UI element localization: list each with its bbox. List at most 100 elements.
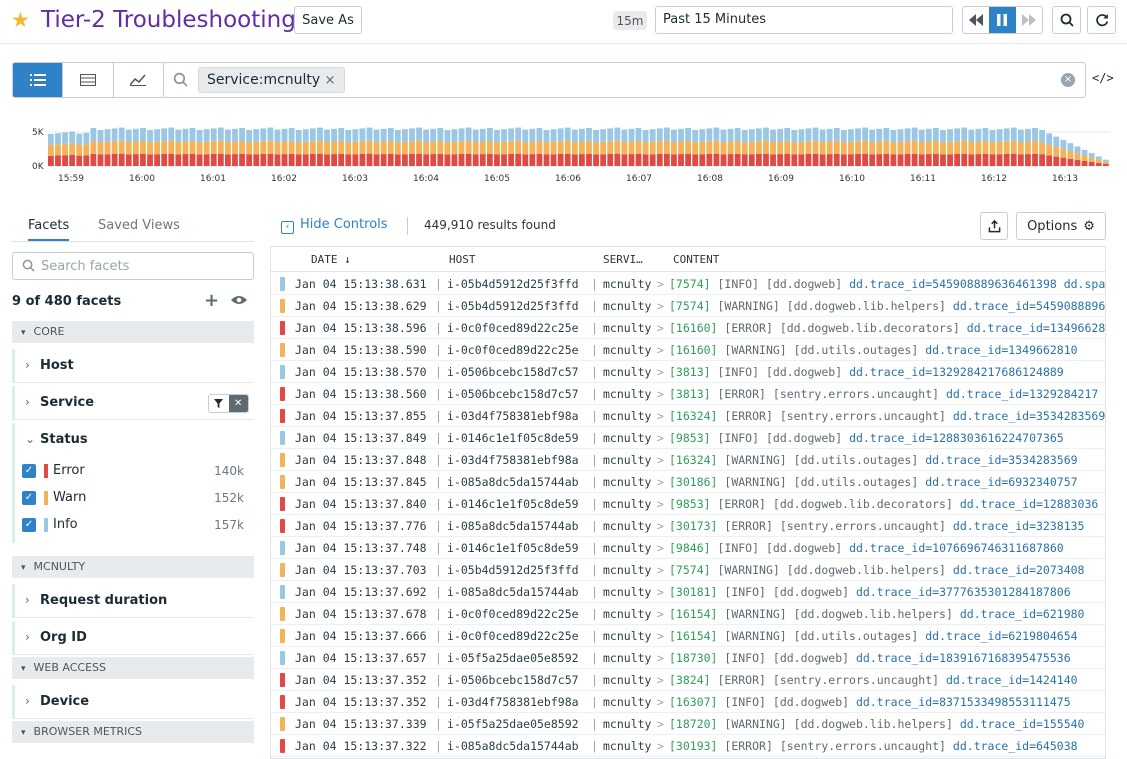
facet-service[interactable]: › Service ✕ xyxy=(12,386,254,420)
search-chip[interactable]: Service:mcnulty × xyxy=(198,67,345,93)
table-row[interactable]: Jan 04 15:13:37.703 | i-05b4d5912d25f3ffd |… xyxy=(271,559,1105,581)
bar-warn xyxy=(324,141,330,155)
table-row[interactable]: Jan 04 15:13:37.776 | i-085a8dc5da15744ab |… xyxy=(271,515,1105,537)
bar-warn xyxy=(260,141,267,154)
section-browser-metrics[interactable]: ▾ BROWSER METRICS xyxy=(12,721,254,743)
section-web-access[interactable]: ▾ WEB ACCESS xyxy=(12,657,254,679)
table-row[interactable]: Jan 04 15:13:38.590 | i-0c0f0ced89d22c25e |… xyxy=(271,339,1105,361)
eye-icon[interactable] xyxy=(231,294,247,309)
time-range-selector[interactable]: Past 15 Minutes xyxy=(655,6,953,34)
column-service[interactable]: SERVI… xyxy=(603,253,643,266)
facet-org-id[interactable]: › Org ID xyxy=(12,621,254,655)
table-row[interactable]: Jan 04 15:13:37.678 | i-0c0f0ced89d22c25e |… xyxy=(271,603,1105,625)
bar-error xyxy=(416,153,422,166)
status-warn-row[interactable]: ✓ Warn 152k xyxy=(22,488,244,508)
remove-filter-icon[interactable]: ✕ xyxy=(228,395,248,412)
fast-forward-icon[interactable] xyxy=(1016,7,1042,33)
save-as-button[interactable]: Save As xyxy=(294,6,362,34)
table-row[interactable]: Jan 04 15:13:37.748 | i-0146c1e1f05c8de59 |… xyxy=(271,537,1105,559)
log-host: i-0506bcebc158d7c57 xyxy=(447,387,579,401)
table-row[interactable]: Jan 04 15:13:37.352 | i-03d4f758381ebf98a |… xyxy=(271,691,1105,713)
tab-facets[interactable]: Facets xyxy=(28,218,70,241)
table-row[interactable]: Jan 04 15:13:37.352 | i-0506bcebc158d7c57 |… xyxy=(271,669,1105,691)
rewind-icon[interactable] xyxy=(963,7,989,33)
pause-icon[interactable] xyxy=(989,7,1016,33)
table-row[interactable]: Jan 04 15:13:38.596 | i-0c0f0ced89d22c25e |… xyxy=(271,317,1105,339)
checkbox-icon[interactable]: ✓ xyxy=(22,464,36,478)
section-browser-metrics-label: BROWSER METRICS xyxy=(33,725,143,738)
chevron-down-icon: ▾ xyxy=(21,728,26,738)
bar-warn xyxy=(309,141,316,154)
bar-info xyxy=(402,129,408,142)
column-content[interactable]: CONTENT xyxy=(673,253,719,266)
bar-info xyxy=(1053,136,1060,147)
chevron-down-icon: ▾ xyxy=(21,664,26,674)
table-row[interactable]: Jan 04 15:13:38.631 | i-05b4d5912d25f3ffd |… xyxy=(271,273,1105,295)
list-view-icon[interactable] xyxy=(13,63,64,97)
bar-warn xyxy=(925,141,932,155)
star-icon[interactable]: ★ xyxy=(11,10,30,31)
bar-error xyxy=(309,153,316,166)
facet-device[interactable]: › Device xyxy=(12,685,254,719)
facet-service-filter[interactable]: ✕ xyxy=(208,394,249,413)
analytics-view-icon[interactable] xyxy=(114,63,163,97)
bar-info xyxy=(444,130,451,143)
log-histogram[interactable]: 5K 0K 15:59 16:00 16:01 16:02 16:03 16:04 16:05 1… xyxy=(0,118,1127,190)
bar-error xyxy=(826,154,833,166)
bar-info xyxy=(472,129,479,142)
status-indicator xyxy=(280,453,285,467)
tab-saved-views[interactable]: Saved Views xyxy=(98,218,180,233)
table-row[interactable]: Jan 04 15:13:37.855 | i-03d4f758381ebf98a |… xyxy=(271,405,1105,427)
zoom-search-button[interactable] xyxy=(1052,6,1081,34)
bar-warn xyxy=(1095,159,1102,163)
bar-info xyxy=(501,129,507,142)
table-row[interactable]: Jan 04 15:13:37.692 | i-085a8dc5da15744ab |… xyxy=(271,581,1105,603)
column-host[interactable]: HOST xyxy=(449,253,476,266)
table-row[interactable]: Jan 04 15:13:37.848 | i-03d4f758381ebf98a |… xyxy=(271,449,1105,471)
facet-host-label: Host xyxy=(40,358,74,373)
log-trace: dd.trace_id=1349662810 xyxy=(925,343,1078,357)
status-indicator xyxy=(280,475,285,489)
status-indicator xyxy=(280,321,285,335)
view-mode-toggle xyxy=(12,62,164,98)
export-button[interactable] xyxy=(980,212,1008,240)
section-core[interactable]: ▾ CORE xyxy=(12,321,254,343)
status-error-row[interactable]: ✓ Error 140k xyxy=(22,461,244,481)
bar-info xyxy=(175,129,182,142)
table-row[interactable]: Jan 04 15:13:38.629 | i-05b4d5912d25f3ffd |… xyxy=(271,295,1105,317)
bar-warn xyxy=(883,140,890,154)
table-row[interactable]: Jan 04 15:13:38.560 | i-0506bcebc158d7c57 |… xyxy=(271,383,1105,405)
bar-info xyxy=(97,130,104,143)
options-label: Options xyxy=(1027,218,1078,234)
status-info-row[interactable]: ✓ Info 157k xyxy=(22,515,244,535)
table-row[interactable]: Jan 04 15:13:37.657 | i-05f5a25dae05e8592 |… xyxy=(271,647,1105,669)
table-row[interactable]: Jan 04 15:13:38.570 | i-0506bcebc158d7c57 |… xyxy=(271,361,1105,383)
checkbox-icon[interactable]: ✓ xyxy=(22,491,36,505)
filter-icon[interactable] xyxy=(209,395,229,412)
search-bar[interactable]: Service:mcnulty × × xyxy=(163,62,1086,98)
checkbox-icon[interactable]: ✓ xyxy=(22,518,36,532)
options-button[interactable]: Options ⚙ xyxy=(1016,212,1106,240)
clear-search-icon[interactable]: × xyxy=(1061,73,1075,87)
bar-info xyxy=(62,132,68,144)
bar-info xyxy=(1095,156,1102,160)
table-row[interactable]: Jan 04 15:13:37.322 | i-085a8dc5da15744ab |… xyxy=(271,735,1105,757)
table-row[interactable]: Jan 04 15:13:37.666 | i-0c0f0ced89d22c25e |… xyxy=(271,625,1105,647)
table-row[interactable]: Jan 04 15:13:37.845 | i-085a8dc5da15744ab |… xyxy=(271,471,1105,493)
facet-host[interactable]: › Host xyxy=(12,349,254,383)
table-row[interactable]: Jan 04 15:13:37.339 | i-05f5a25dae05e8592 |… xyxy=(271,713,1105,735)
table-row[interactable]: Jan 04 15:13:37.849 | i-0146c1e1f05c8de59 |… xyxy=(271,427,1105,449)
chip-close-icon[interactable]: × xyxy=(325,73,336,88)
facet-search-input[interactable]: Search facets xyxy=(12,252,254,280)
table-row[interactable]: Jan 04 15:13:37.840 | i-0146c1e1f05c8de59 |… xyxy=(271,493,1105,515)
column-date[interactable]: DATE ↓ xyxy=(311,253,351,266)
facet-request-duration[interactable]: › Request duration xyxy=(12,584,254,618)
table-view-icon[interactable] xyxy=(63,63,114,97)
refresh-button[interactable] xyxy=(1087,6,1116,34)
section-mcnulty[interactable]: ▾ MCNULTY xyxy=(12,556,254,578)
add-facet-icon[interactable]: + xyxy=(204,290,219,311)
hide-controls-link[interactable]: ‹ Hide Controls xyxy=(281,217,388,234)
bar-info xyxy=(706,128,713,142)
code-toggle-icon[interactable]: </> xyxy=(1092,71,1114,85)
log-content: [9853] [ERROR] [dd.dogweb.lib.decorators… xyxy=(669,497,1105,511)
